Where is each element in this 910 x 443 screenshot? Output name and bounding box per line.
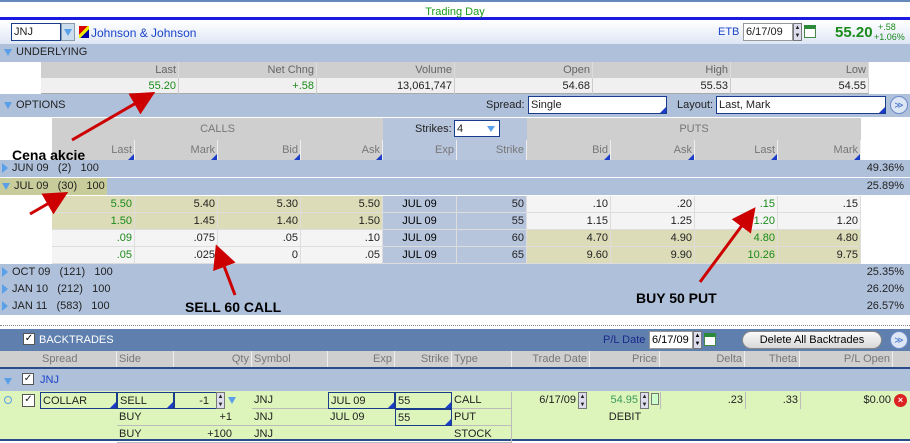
annotation-buy-put: BUY 50 PUT (636, 290, 717, 306)
arrow-sell-call (213, 244, 237, 296)
annotation-price: Cena akcie (12, 147, 86, 163)
arrow-buy-put (698, 207, 756, 283)
annotation-sell-call: SELL 60 CALL (185, 299, 282, 315)
arrow-jul (29, 192, 69, 216)
annotation-arrows (29, 92, 756, 296)
arrow-price (71, 92, 156, 142)
